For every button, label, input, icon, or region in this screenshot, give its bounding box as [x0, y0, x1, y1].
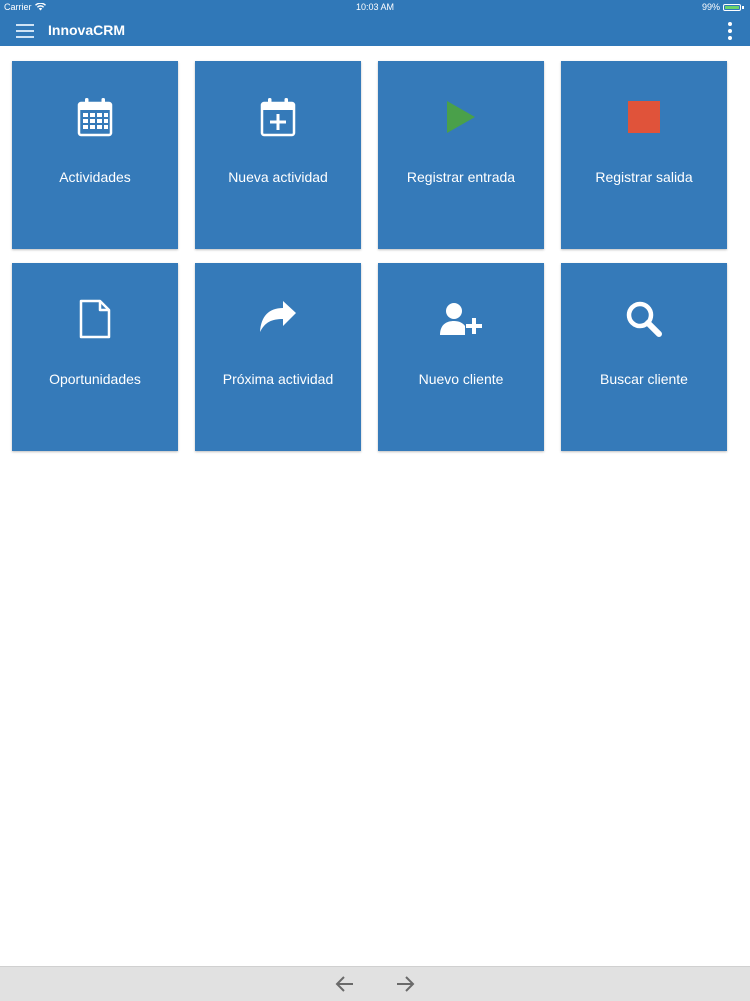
tile-nueva-actividad[interactable]: Nueva actividad	[195, 61, 361, 249]
tile-label: Nuevo cliente	[418, 371, 504, 387]
search-icon	[626, 301, 662, 337]
document-icon	[79, 299, 111, 339]
user-plus-icon	[440, 303, 482, 335]
hamburger-menu-icon[interactable]	[16, 22, 34, 38]
tile-label: Registrar entrada	[406, 169, 516, 185]
arrow-left-icon[interactable]	[334, 973, 356, 995]
tile-nuevo-cliente[interactable]: Nuevo cliente	[378, 263, 544, 451]
tile-label: Oportunidades	[49, 371, 141, 387]
tile-registrar-salida[interactable]: Registrar salida	[561, 61, 727, 249]
tile-buscar-cliente[interactable]: Buscar cliente	[561, 263, 727, 451]
tile-label: Registrar salida	[595, 169, 693, 185]
calendar-icon	[77, 98, 113, 137]
tile-actividades[interactable]: Actividades	[12, 61, 178, 249]
tile-proxima-actividad[interactable]: Próxima actividad	[195, 263, 361, 451]
status-bar: Carrier 10:03 AM 99%	[0, 0, 750, 14]
tile-registrar-entrada[interactable]: Registrar entrada	[378, 61, 544, 249]
clock: 10:03 AM	[355, 2, 395, 12]
battery-status: 99%	[702, 2, 744, 12]
app-bar: InnovaCRM	[0, 14, 750, 46]
calendar-plus-icon	[260, 98, 296, 137]
browser-nav-bar	[0, 966, 750, 1001]
app-title: InnovaCRM	[48, 22, 125, 38]
battery-icon	[723, 3, 741, 11]
more-vert-icon[interactable]	[726, 20, 734, 42]
tile-label: Actividades	[59, 169, 131, 185]
share-forward-icon	[260, 301, 296, 332]
tile-label: Nueva actividad	[228, 169, 328, 185]
tile-label: Próxima actividad	[222, 371, 334, 387]
arrow-right-icon[interactable]	[394, 973, 416, 995]
play-icon	[447, 101, 475, 133]
stop-icon	[628, 101, 660, 133]
tile-oportunidades[interactable]: Oportunidades	[12, 263, 178, 451]
battery-percent: 99%	[701, 2, 720, 12]
tile-label: Buscar cliente	[600, 371, 688, 387]
battery-tip	[742, 5, 744, 9]
